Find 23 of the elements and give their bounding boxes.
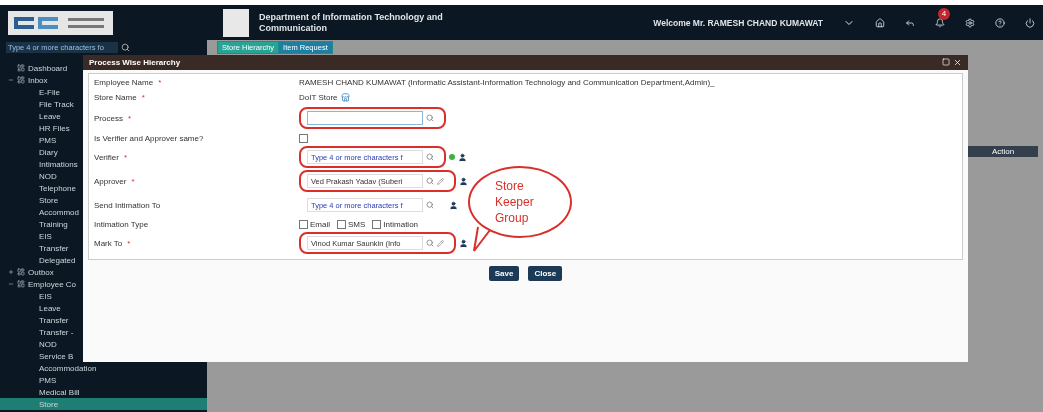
welcome-text: Welcome Mr. RAMESH CHAND KUMAWAT [653,17,823,28]
field-label: Verifier [94,152,119,162]
required-mark: * [127,238,131,248]
field-label: Process [94,113,123,123]
column-header: Action [968,146,1038,157]
field-label: Employee Name [94,78,154,87]
required-mark: * [131,176,135,186]
field-label: Mark To [94,238,123,248]
field-label: Approver [94,176,127,186]
required-mark: * [123,152,128,162]
callout-text: Store Keeper Group [495,178,535,226]
required-mark: * [141,92,145,102]
field-label: Store Name [94,92,137,102]
field-label: Intimation Type [94,219,149,229]
field-label: Is Verifier and Approver same? [94,133,204,143]
store-name: DoIT Store [299,92,338,102]
dialog-title: Process Wise Hierarchy [89,58,181,67]
required-mark: * [127,113,132,123]
employee-name: RAMESH CHAND KUMAWAT (Informatic Assistant-Information Technology and Communication Department,Admin)_ [299,78,716,87]
department-title: Department of Information Technology and Communication [259,11,444,34]
notification-badge: 4 [938,7,950,20]
field-label: Send Intimation To [94,200,161,210]
required-mark: * [158,78,162,87]
